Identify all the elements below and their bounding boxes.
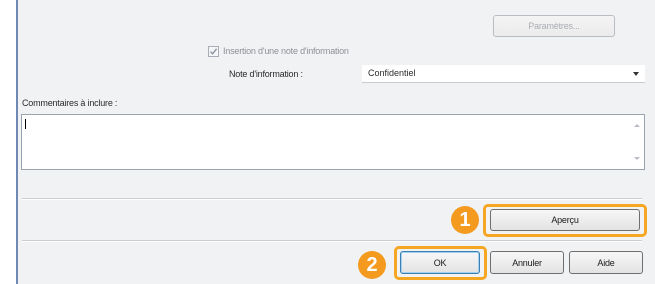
annuler-button-label: Annuler (512, 257, 542, 268)
note-label: Note d'information : (229, 69, 303, 79)
annuler-button[interactable]: Annuler (490, 251, 564, 274)
ok-button[interactable]: OK (400, 251, 480, 274)
note-select-value: Confidentiel (368, 68, 416, 78)
scroll-down-icon[interactable] (634, 157, 640, 160)
aide-button[interactable]: Aide (569, 251, 643, 274)
callout-badge-1-label: 1 (459, 208, 471, 231)
checkmark-icon (209, 48, 218, 55)
apercu-button[interactable]: Aperçu (490, 209, 640, 231)
callout-badge-2: 2 (358, 251, 386, 279)
separator-bottom (22, 240, 642, 242)
comments-textarea[interactable] (21, 114, 645, 170)
callout-badge-2-label: 2 (366, 253, 378, 276)
aide-button-label: Aide (597, 257, 615, 268)
ok-button-label: OK (433, 257, 447, 268)
insertion-checkbox-label: Insertion d'une note d'information (223, 46, 349, 56)
callout-badge-1: 1 (451, 206, 479, 234)
window-left-border (16, 0, 18, 284)
parametres-button-label: Paramètres... (528, 21, 580, 31)
screenshot-stage: Paramètres... Insertion d'une note d'inf… (0, 0, 655, 284)
note-select[interactable]: Confidentiel (362, 65, 645, 83)
comments-label: Commentaires à inclure : (22, 98, 118, 108)
apercu-button-label: Aperçu (551, 215, 579, 225)
parametres-button[interactable]: Paramètres... (493, 15, 615, 37)
comments-scrollbar[interactable] (630, 115, 644, 169)
chevron-down-icon (633, 72, 639, 76)
separator-top (22, 198, 642, 200)
text-caret (25, 119, 26, 129)
scroll-up-icon[interactable] (634, 124, 640, 127)
insertion-checkbox[interactable] (208, 46, 219, 57)
